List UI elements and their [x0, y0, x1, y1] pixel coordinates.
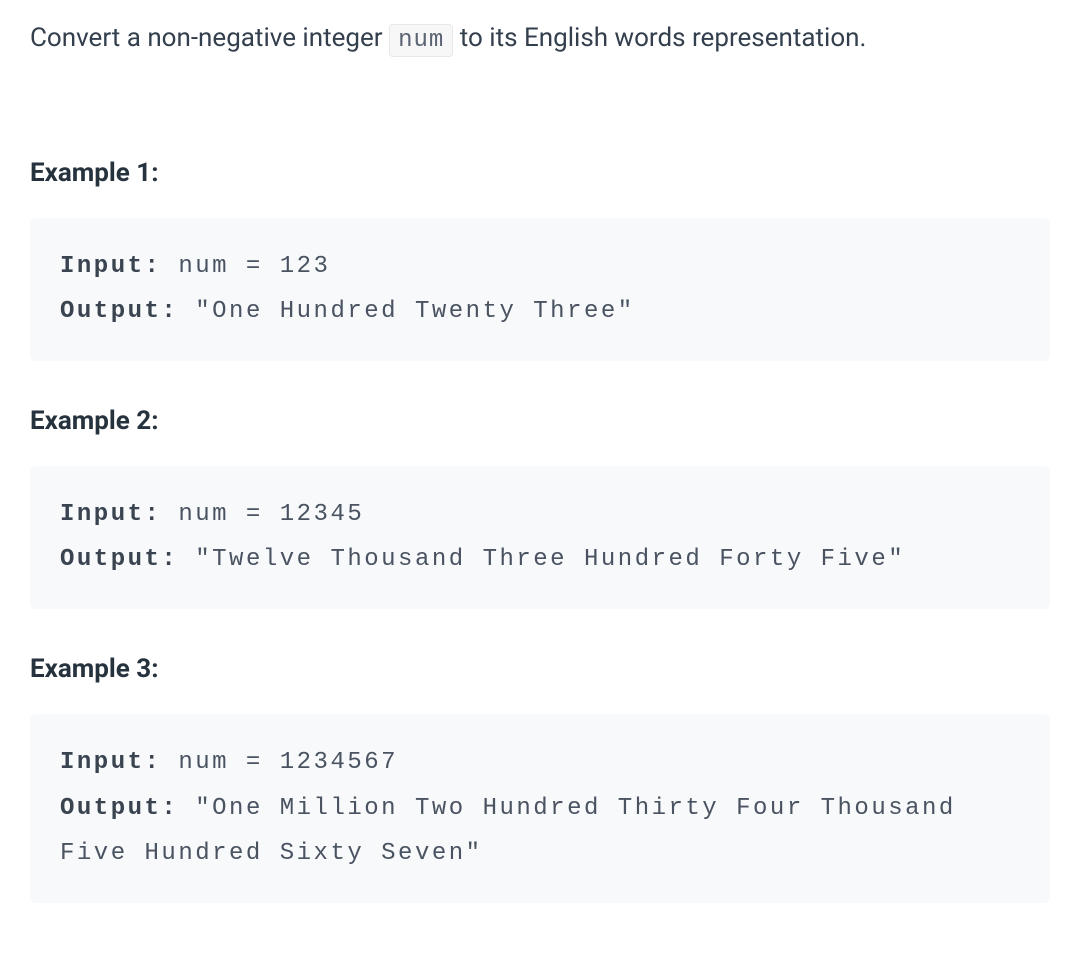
- description-text-before: Convert a non-negative integer: [30, 23, 389, 53]
- output-value: "Twelve Thousand Three Hundred Forty Fiv…: [178, 546, 905, 573]
- example-block: Input: num = 12345 Output: "Twelve Thous…: [30, 466, 1050, 609]
- inline-code-num: num: [389, 24, 453, 57]
- input-value: num = 123: [161, 253, 330, 280]
- example-input-line: Input: num = 12345: [60, 492, 1020, 538]
- example-block: Input: num = 1234567 Output: "One Millio…: [30, 714, 1050, 903]
- description-text-after: to its English words representation.: [453, 23, 866, 53]
- example-output-line: Output: "Twelve Thousand Three Hundred F…: [60, 537, 1020, 583]
- output-label: Output:: [60, 298, 178, 325]
- output-label: Output:: [60, 795, 178, 822]
- input-value: num = 1234567: [161, 749, 398, 776]
- input-label: Input:: [60, 501, 161, 528]
- output-label: Output:: [60, 546, 178, 573]
- problem-description: Convert a non-negative integer num to it…: [30, 20, 1050, 58]
- example-output-line: Output: "One Hundred Twenty Three": [60, 289, 1020, 335]
- output-value: "One Hundred Twenty Three": [178, 298, 634, 325]
- example-heading: Example 3:: [30, 654, 1050, 684]
- example-input-line: Input: num = 1234567: [60, 740, 1020, 786]
- input-label: Input:: [60, 749, 161, 776]
- example-output-line: Output: "One Million Two Hundred Thirty …: [60, 786, 1020, 877]
- example-heading: Example 2:: [30, 406, 1050, 436]
- input-value: num = 12345: [161, 501, 364, 528]
- example-input-line: Input: num = 123: [60, 244, 1020, 290]
- output-value: "One Million Two Hundred Thirty Four Tho…: [60, 795, 956, 868]
- input-label: Input:: [60, 253, 161, 280]
- example-heading: Example 1:: [30, 158, 1050, 188]
- example-block: Input: num = 123 Output: "One Hundred Tw…: [30, 218, 1050, 361]
